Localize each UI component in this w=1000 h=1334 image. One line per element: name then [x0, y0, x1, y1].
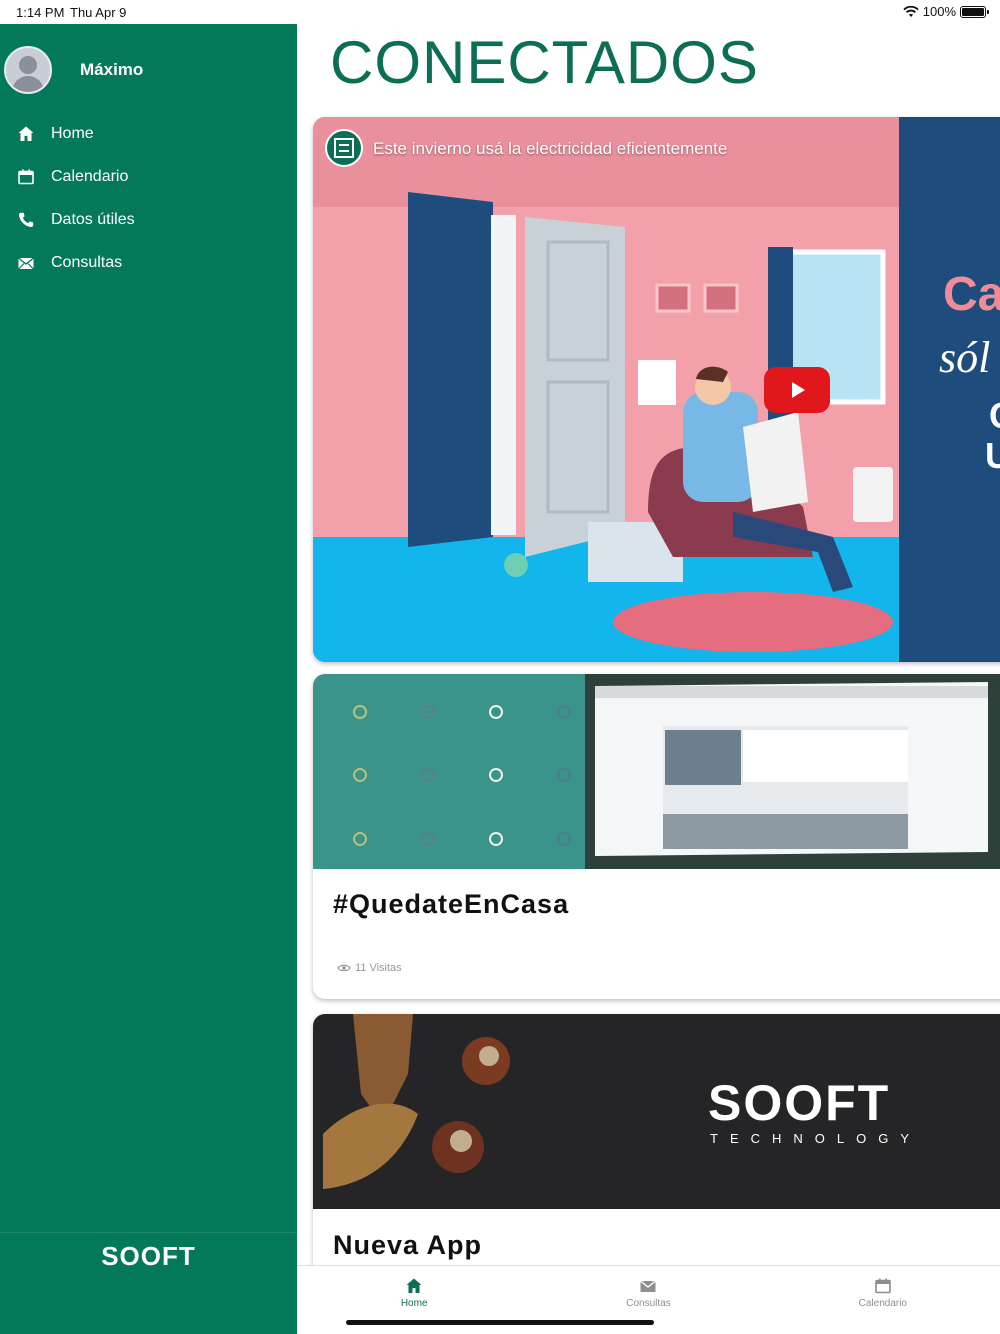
- profile[interactable]: Máximo: [4, 46, 143, 94]
- video-title: Este invierno usá la electricidad eficie…: [373, 139, 728, 158]
- sidebar-item-home[interactable]: Home: [0, 112, 297, 155]
- play-icon: [792, 382, 805, 398]
- status-bar: 1:14 PM Thu Apr 9 100%: [0, 0, 1000, 24]
- tab-calendario[interactable]: Calendario: [766, 1266, 1000, 1334]
- sidebar-item-label: Home: [51, 124, 94, 142]
- sidebar: Máximo Home Calendario Datos útiles Cons…: [0, 24, 297, 1334]
- sidebar-item-label: Calendario: [51, 167, 129, 185]
- calendar-icon: [16, 167, 36, 187]
- views-label: 11 Visitas: [355, 962, 402, 974]
- news-image: [313, 674, 1000, 869]
- news-card[interactable]: #QuedateEnCasa 11 Visitas: [313, 674, 1000, 999]
- video-thumbnail: [313, 117, 1000, 662]
- play-button[interactable]: [764, 367, 830, 413]
- calendar-icon: [875, 1278, 891, 1294]
- video-side-text-1: Ca: [943, 268, 1000, 321]
- home-icon: [406, 1278, 422, 1293]
- page-title: CONECTADOS: [330, 29, 759, 96]
- video-side-text-4: U: [985, 435, 1000, 476]
- tab-label: Calendario: [858, 1298, 907, 1309]
- status-time: 1:14 PM: [16, 5, 65, 20]
- eye-icon: [337, 964, 351, 972]
- sidebar-item-label: Consultas: [51, 253, 123, 271]
- tab-label: Home: [400, 1298, 428, 1309]
- sooft-logo: SOOFT: [0, 1232, 297, 1272]
- sidebar-item-consultas[interactable]: Consultas: [0, 241, 297, 284]
- app-screen: 1:14 PM Thu Apr 9 100% Máximo Home Calen…: [0, 0, 1000, 1334]
- status-date: Thu Apr 9: [70, 5, 127, 20]
- video-card[interactable]: Este invierno usá la electricidad eficie…: [313, 117, 1000, 662]
- tab-label: Consultas: [626, 1298, 671, 1309]
- news-title: #QuedateEnCasa: [333, 889, 570, 919]
- avatar[interactable]: [4, 46, 52, 94]
- home-icon: [16, 124, 36, 144]
- battery-percent: 100%: [922, 4, 956, 19]
- news-title: Nueva App: [333, 1230, 483, 1260]
- video-side-text-3: C: [989, 395, 1000, 437]
- sooft-brand-subtext: TECHNOLOGY: [710, 1131, 922, 1146]
- wifi-icon: [903, 5, 919, 17]
- phone-icon: [16, 210, 36, 230]
- video-side-text-2: sól: [939, 333, 991, 382]
- home-indicator[interactable]: [346, 1320, 654, 1325]
- sooft-brand-text: SOOFT: [708, 1075, 891, 1131]
- news-image: [313, 1014, 1000, 1209]
- sidebar-item-datos-utiles[interactable]: Datos útiles: [0, 198, 297, 241]
- battery-icon: [960, 5, 989, 18]
- sidebar-item-label: Datos útiles: [51, 210, 135, 228]
- channel-logo[interactable]: [325, 129, 363, 167]
- username: Máximo: [80, 60, 144, 79]
- status-right: 100%: [903, 4, 989, 19]
- views-count: 11 Visitas: [337, 962, 402, 974]
- sidebar-item-calendario[interactable]: Calendario: [0, 155, 297, 198]
- mail-icon: [16, 253, 36, 273]
- sidebar-menu: Home Calendario Datos útiles Consultas: [0, 112, 297, 284]
- mail-icon: [640, 1280, 657, 1292]
